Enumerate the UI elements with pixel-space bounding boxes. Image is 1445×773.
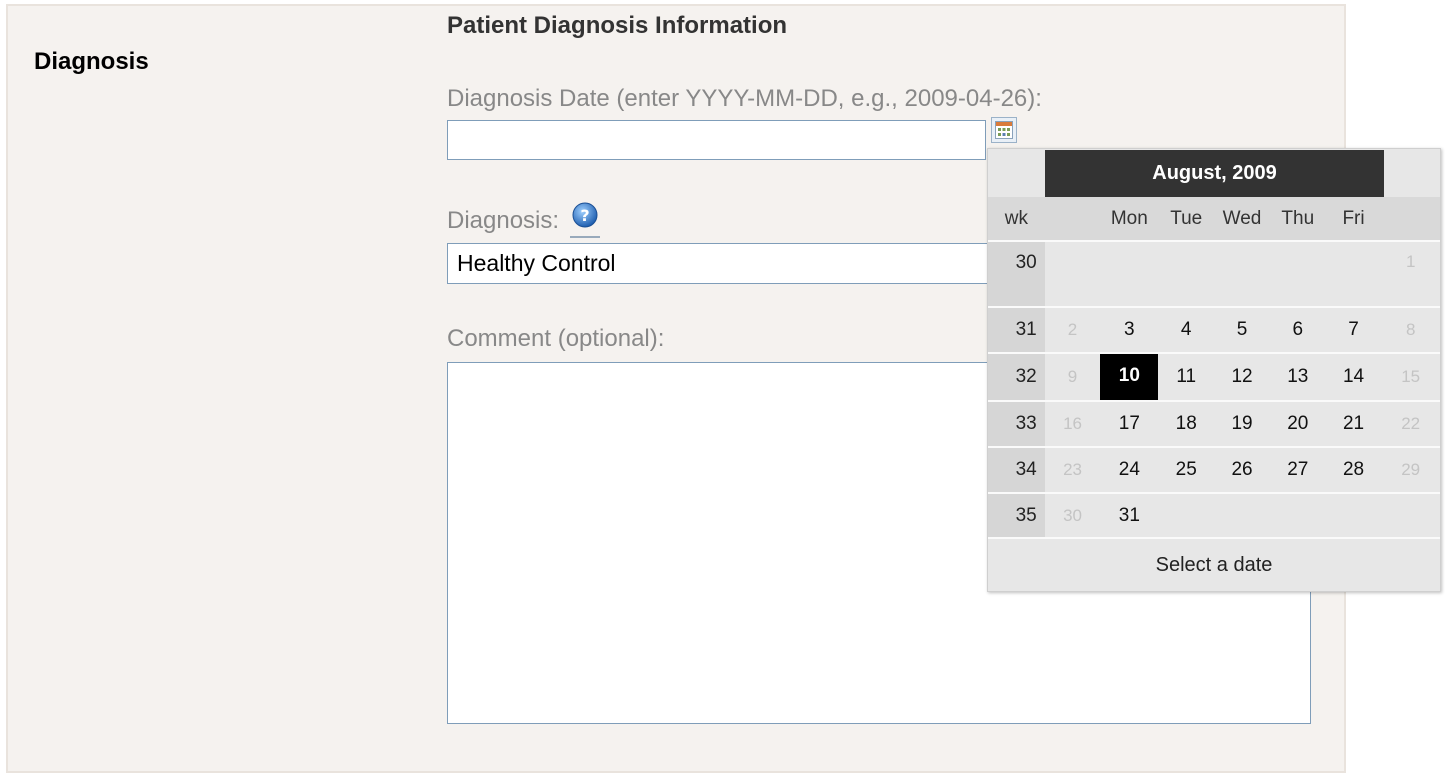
calendar-day-selected-label: 10 <box>1100 354 1159 400</box>
calendar-day-selected[interactable]: 10 <box>1100 352 1159 401</box>
calendar-day[interactable]: 26 <box>1214 446 1270 493</box>
calendar-day[interactable]: 2 <box>1044 306 1101 353</box>
diagnosis-label: Diagnosis: <box>447 207 560 234</box>
calendar-button[interactable] <box>991 117 1017 143</box>
calendar-day[interactable]: 22 <box>1381 400 1440 447</box>
calendar-empty-cell <box>1100 240 1159 307</box>
calendar-day-header: Wed <box>1214 197 1270 241</box>
calendar-week-row: 35 30 31 <box>988 492 1440 538</box>
calendar-week-row: 31 2 3 4 5 6 7 8 <box>988 306 1440 353</box>
calendar-week-number: 32 <box>988 352 1045 401</box>
calendar-day[interactable]: 20 <box>1269 400 1326 447</box>
calendar-empty-cell <box>1325 240 1382 307</box>
calendar-day[interactable]: 8 <box>1381 306 1440 353</box>
diagnosis-date-input[interactable] <box>447 120 986 160</box>
calendar-week-header: wk <box>988 197 1045 241</box>
calendar-day[interactable]: 5 <box>1214 306 1270 353</box>
calendar-day[interactable]: 9 <box>1044 352 1101 401</box>
calendar-day[interactable]: 11 <box>1158 352 1215 401</box>
calendar-empty-cell <box>1381 492 1440 538</box>
calendar-week-row: 32 9 10 11 12 13 14 15 <box>988 352 1440 401</box>
calendar-empty-cell <box>1325 492 1382 538</box>
calendar-day[interactable]: 23 <box>1044 446 1101 493</box>
help-button[interactable]: ? <box>570 201 600 235</box>
calendar-week-number: 30 <box>988 240 1045 307</box>
calendar-day[interactable]: 21 <box>1325 400 1382 447</box>
help-underline <box>570 236 600 238</box>
calendar-day[interactable]: 14 <box>1325 352 1382 401</box>
calendar-week-number: 33 <box>988 400 1045 447</box>
calendar-week-row: 30 1 <box>988 240 1440 307</box>
calendar-day[interactable]: 30 <box>1044 492 1101 538</box>
calendar-week-number: 34 <box>988 446 1045 493</box>
diagnosis-date-label: Diagnosis Date (enter YYYY-MM-DD, e.g., … <box>447 85 1042 112</box>
calendar-day[interactable]: 25 <box>1158 446 1215 493</box>
section-title: Diagnosis <box>34 48 149 75</box>
calendar-day[interactable]: 18 <box>1158 400 1215 447</box>
calendar-day[interactable]: 6 <box>1269 306 1326 353</box>
calendar-popup: August, 2009 wk Mon Tue Wed Thu Fri 30 1 31 2 3 4 5… <box>987 148 1441 592</box>
calendar-footer: Select a date <box>988 537 1440 591</box>
calendar-day-header: Tue <box>1158 197 1215 241</box>
calendar-day-header <box>1044 197 1101 241</box>
help-icon: ? <box>572 202 598 228</box>
calendar-day[interactable]: 4 <box>1158 306 1215 353</box>
calendar-day-header: Fri <box>1325 197 1382 241</box>
calendar-empty-cell <box>1044 240 1101 307</box>
calendar-week-row: 33 16 17 18 19 20 21 22 <box>988 400 1440 447</box>
calendar-empty-cell <box>1214 240 1270 307</box>
calendar-day[interactable]: 24 <box>1100 446 1159 493</box>
calendar-day[interactable]: 28 <box>1325 446 1382 493</box>
calendar-empty-cell <box>1214 492 1270 538</box>
calendar-day-header <box>1381 197 1440 241</box>
calendar-day[interactable]: 29 <box>1381 446 1440 493</box>
calendar-week-row: 34 23 24 25 26 27 28 29 <box>988 446 1440 493</box>
calendar-day[interactable]: 16 <box>1044 400 1101 447</box>
diagnosis-input[interactable] <box>447 243 1047 284</box>
calendar-month-title: August, 2009 <box>1045 150 1384 197</box>
calendar-day[interactable]: 27 <box>1269 446 1326 493</box>
calendar-week-number: 31 <box>988 306 1045 353</box>
calendar-grid: wk Mon Tue Wed Thu Fri 30 1 31 2 3 4 5 6 7 8 32 9 10 11 12 1… <box>988 197 1440 538</box>
calendar-day-header: Mon <box>1100 197 1159 241</box>
calendar-day[interactable]: 19 <box>1214 400 1270 447</box>
calendar-icon <box>995 121 1013 139</box>
calendar-week-number: 35 <box>988 492 1045 538</box>
calendar-day[interactable]: 7 <box>1325 306 1382 353</box>
calendar-empty-cell <box>1158 240 1215 307</box>
svg-text:?: ? <box>580 206 589 225</box>
calendar-empty-cell <box>1158 492 1215 538</box>
calendar-day-header: Thu <box>1269 197 1326 241</box>
comment-label: Comment (optional): <box>447 325 665 352</box>
calendar-day[interactable]: 3 <box>1100 306 1159 353</box>
calendar-day[interactable]: 31 <box>1100 492 1159 538</box>
calendar-day[interactable]: 12 <box>1214 352 1270 401</box>
calendar-day[interactable]: 13 <box>1269 352 1326 401</box>
form-title: Patient Diagnosis Information <box>447 12 788 39</box>
calendar-day[interactable]: 1 <box>1381 240 1440 307</box>
calendar-day[interactable]: 15 <box>1381 352 1440 401</box>
calendar-day[interactable]: 17 <box>1100 400 1159 447</box>
calendar-empty-cell <box>1269 492 1326 538</box>
calendar-empty-cell <box>1269 240 1326 307</box>
